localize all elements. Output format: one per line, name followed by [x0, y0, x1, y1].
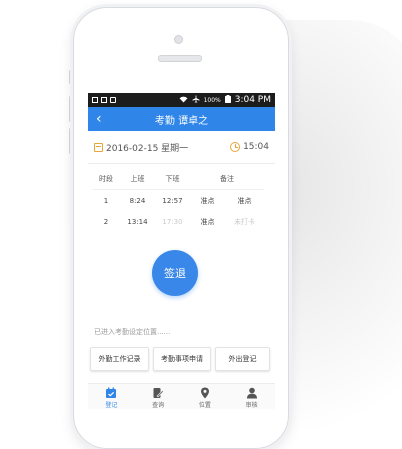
column-header-note: 备注 [190, 168, 264, 190]
outing-register-button[interactable]: 外出登记 [215, 347, 270, 371]
volume-up-button [69, 96, 72, 122]
document-edit-icon [153, 388, 165, 398]
table-row: 1 8:24 12:57 准点 准点 [92, 190, 264, 212]
user-review-icon [246, 387, 257, 399]
attendance-request-button[interactable]: 考勤事项申请 [153, 347, 211, 371]
location-pin-icon [200, 387, 209, 399]
tab-label: 位置 [198, 402, 211, 409]
location-status-text: 已进入考勤设定位置...... [94, 328, 171, 336]
off-time-cell: 12:57 [162, 196, 183, 205]
column-header-on: 上班 [120, 168, 155, 190]
gallery-icon [101, 97, 107, 103]
slot-cell: 2 [103, 217, 109, 226]
slot-cell: 1 [103, 196, 109, 205]
column-header-slot: 时段 [92, 168, 120, 190]
clipboard-icon [110, 97, 116, 103]
current-date: 2016-02-15 星期一 [106, 143, 189, 154]
note-on-cell: 准点 [200, 196, 215, 205]
wifi-icon [179, 96, 188, 105]
notification-icon [92, 97, 98, 103]
tab-label: 审核 [245, 402, 258, 409]
volume-down-button [69, 128, 72, 154]
status-right-icons: 100% 3:04 PM [179, 95, 271, 105]
date-bar: 2016-02-15 星期一 15:04 [88, 131, 275, 164]
signout-button[interactable]: 签退 [152, 250, 198, 296]
tab-query[interactable]: 查询 [135, 384, 182, 409]
column-header-off: 下班 [155, 168, 190, 190]
app-screen: 100% 3:04 PM ‹ 考勤 谭卓之 2016-02-15 星期一 15:… [88, 93, 275, 409]
action-button-row: 外勤工作记录 考勤事项申请 外出登记 [90, 347, 270, 371]
tab-register[interactable]: 登记 [88, 384, 135, 409]
note-on-cell: 准点 [200, 217, 215, 226]
tab-label: 查询 [152, 402, 165, 409]
earpiece-speaker [158, 55, 202, 62]
page-title: 考勤 谭卓之 [154, 115, 209, 127]
note-off-cell: 未打卡 [234, 217, 255, 226]
clock-icon [230, 142, 241, 152]
attendance-table: 时段 上班 下班 备注 1 8:24 12:57 准点 准点 2 13:14 1… [92, 168, 264, 232]
tab-location[interactable]: 位置 [182, 384, 229, 409]
time-group: 15:04 [230, 142, 269, 152]
off-time-cell: 17:30 [162, 217, 183, 226]
bottom-tab-bar: 登记 查询 位置 审核 [88, 383, 275, 409]
battery-percent: 100% [203, 96, 221, 104]
status-left-icons [92, 97, 116, 103]
current-time: 15:04 [243, 142, 269, 152]
front-camera [174, 35, 183, 44]
on-time-cell: 8:24 [129, 196, 146, 205]
note-off-cell: 准点 [237, 196, 252, 205]
airplane-icon [192, 95, 200, 105]
field-work-record-button[interactable]: 外勤工作记录 [90, 347, 149, 371]
back-chevron-icon[interactable]: ‹ [96, 110, 102, 128]
tab-review[interactable]: 审核 [228, 384, 275, 409]
status-time: 3:04 PM [234, 95, 271, 105]
table-header-row: 时段 上班 下班 备注 [92, 168, 264, 190]
calendar-check-icon [106, 387, 117, 398]
status-bar: 100% 3:04 PM [88, 93, 275, 107]
table-row: 2 13:14 17:30 准点 未打卡 [92, 211, 264, 232]
calendar-icon [94, 142, 103, 152]
tab-label: 登记 [105, 402, 118, 409]
on-time-cell: 13:14 [127, 217, 148, 226]
mute-switch [69, 70, 72, 84]
battery-icon [224, 95, 231, 105]
nav-bar: ‹ 考勤 谭卓之 [88, 107, 275, 131]
